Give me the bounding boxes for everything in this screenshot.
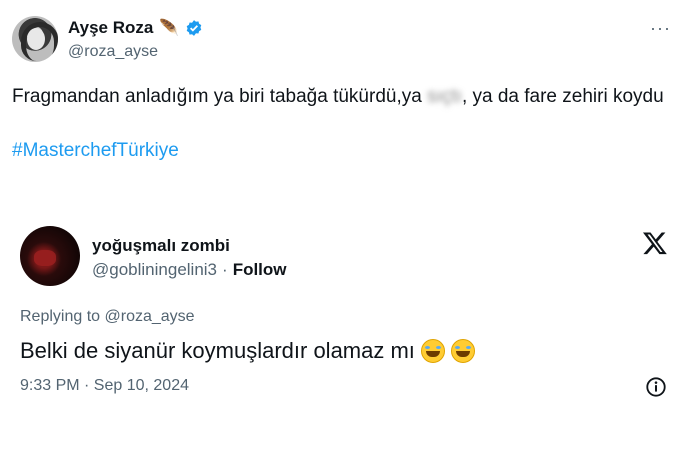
avatar-face: [27, 28, 45, 50]
follow-button[interactable]: Follow: [233, 260, 287, 280]
hashtag-link[interactable]: #MasterchefTürkiye: [12, 140, 179, 162]
reply-tweet-text: Belki de siyanür koymuşlardır olamaz mı: [20, 338, 415, 363]
reply-author-avatar[interactable]: [20, 226, 80, 286]
feather-emoji: 🪶: [159, 20, 180, 37]
avatar-art: [34, 250, 56, 266]
x-logo-icon[interactable]: [642, 230, 668, 256]
reply-author-handle-row: @gobliningelini3 · Follow: [92, 260, 287, 280]
reply-author-handle[interactable]: @gobliningelini3: [92, 260, 217, 280]
verified-badge-icon: [185, 19, 203, 37]
info-icon[interactable]: [645, 376, 667, 398]
rolling-laughing-emoji-icon: [450, 339, 475, 363]
quoted-author-name[interactable]: Ayşe Roza: [68, 18, 153, 38]
reply-tweet-text-row: Belki de siyanür koymuşlardır olamaz mı: [20, 338, 475, 364]
quoted-tweet-text: Fragmandan anladığım ya biri tabağa tükü…: [12, 82, 672, 111]
replying-to-label[interactable]: Replying to @roza_ayse: [20, 308, 195, 326]
quoted-text-before: Fragmandan anladığım ya biri tabağa tükü…: [12, 86, 422, 107]
rolling-laughing-emoji-icon: [420, 339, 445, 363]
separator-dot: ·: [222, 260, 228, 279]
reply-author-name[interactable]: yoğuşmalı zombi: [92, 236, 230, 256]
quoted-author-avatar[interactable]: [12, 16, 58, 62]
quoted-author-handle[interactable]: @roza_ayse: [68, 43, 158, 61]
more-options-icon[interactable]: ···: [650, 18, 671, 39]
quoted-text-blurred: sıçtı: [427, 86, 462, 107]
quoted-author-name-row[interactable]: Ayşe Roza 🪶: [68, 18, 203, 38]
quoted-text-after: , ya da fare zehiri koydu: [461, 86, 664, 107]
tweet-timestamp[interactable]: 9:33 PM · Sep 10, 2024: [20, 377, 189, 395]
